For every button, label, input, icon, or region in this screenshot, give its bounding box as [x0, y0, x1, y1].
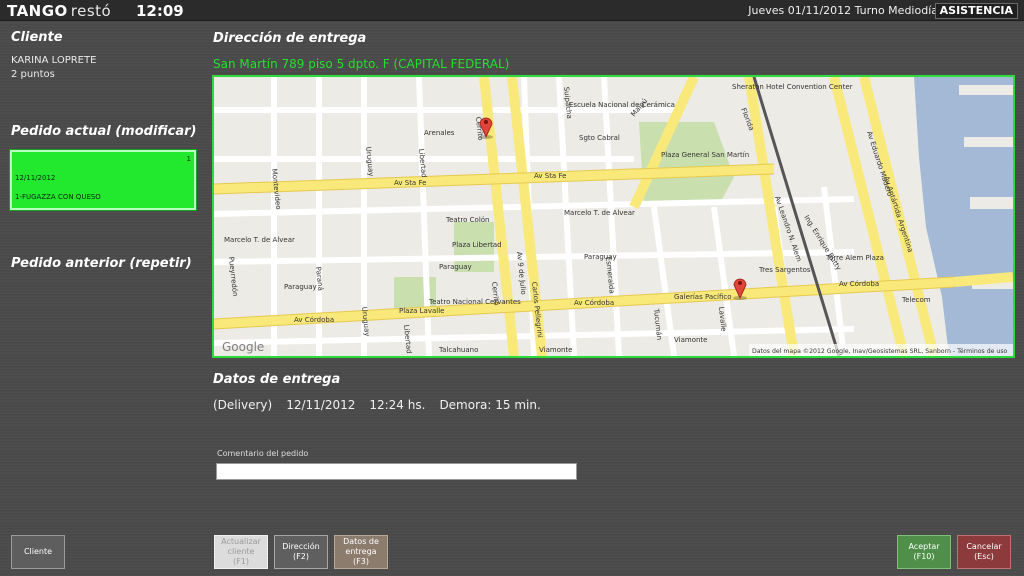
date-shift-label: Jueves 01/11/2012 Turno Mediodía — [748, 4, 938, 17]
app-logo: TANGO restó — [7, 2, 111, 20]
delivery-date: 12/11/2012 — [286, 398, 356, 412]
map-label-plaza-san-martin: Plaza General San Martín — [661, 151, 749, 159]
update-client-shortcut: (F1) — [233, 557, 249, 566]
client-button-label: Cliente — [23, 547, 53, 556]
client-button[interactable]: Cliente — [11, 535, 65, 569]
map-label-av-cordoba: Av Córdoba — [294, 316, 334, 324]
delivery-address-heading: Dirección de entrega — [213, 31, 367, 46]
delivery-time: 12:24 hs. — [369, 398, 426, 412]
direction-label: Dirección — [282, 542, 320, 551]
map-label-marcelo-alvear: Marcelo T. de Alvear — [224, 236, 295, 244]
accept-label: Aceptar — [908, 542, 940, 551]
map-label-av-sta-fe: Av Sta Fe — [394, 179, 426, 187]
delivery-data-label-line1: Datos de — [343, 537, 379, 546]
order-date: 12/11/2012 — [15, 174, 56, 182]
current-order-heading: Pedido actual (modificar) — [11, 124, 197, 139]
delivery-data-label-line2: entrega — [345, 547, 377, 556]
accept-button[interactable]: Aceptar (F10) — [897, 535, 951, 569]
brand-light: restó — [70, 2, 112, 20]
map-view[interactable]: Av Sta Fe Av Sta Fe Av Córdoba Av Córdob… — [212, 75, 1015, 358]
map-label-tres-sargentos: Tres Sargentos — [758, 266, 811, 274]
map-label-paraguay: Paraguay — [284, 283, 317, 291]
comment-input[interactable] — [216, 463, 577, 480]
update-client-button[interactable]: Actualizar cliente (F1) — [214, 535, 268, 569]
map-label-arenales: Arenales — [424, 129, 455, 137]
top-bar: TANGO restó 12:09 Jueves 01/11/2012 Turno… — [0, 0, 1024, 21]
update-client-label-line2: cliente — [227, 547, 255, 556]
map-label-viamonte: Viamonte — [674, 336, 707, 344]
map-label-paraguay: Paraguay — [439, 263, 472, 271]
current-order-card[interactable]: 1 12/11/2012 1-FUGAZZA CON QUESO — [9, 149, 197, 211]
cancel-label: Cancelar — [966, 542, 1002, 551]
cancel-button[interactable]: Cancelar (Esc) — [957, 535, 1011, 569]
map-attribution: Datos del mapa ©2012 Google, Inav/Geosis… — [752, 347, 1008, 355]
map-canvas[interactable]: Av Sta Fe Av Sta Fe Av Córdoba Av Córdob… — [214, 77, 1013, 356]
google-logo: Google — [222, 340, 264, 354]
map-label-talcahuano: Talcahuano — [438, 346, 478, 354]
map-label-marcelo-alvear: Marcelo T. de Alvear — [564, 209, 635, 217]
delivery-delay: Demora: 15 min. — [439, 398, 541, 412]
assistance-button[interactable]: ASISTENCIA — [934, 3, 1018, 19]
map-label-av-sta-fe: Av Sta Fe — [534, 172, 566, 180]
map-label-telecom: Telecom — [901, 296, 931, 304]
update-client-label-line1: Actualizar — [221, 537, 261, 546]
comment-label: Comentario del pedido — [217, 449, 309, 458]
brand-main: TANGO — [7, 2, 68, 20]
client-points: 2 puntos — [11, 69, 55, 80]
map-label-av-cordoba: Av Córdoba — [839, 280, 879, 288]
map-label-plaza-lavalle: Plaza Lavalle — [399, 307, 444, 315]
delivery-details: (Delivery) 12/11/2012 12:24 hs. Demora: 15 … — [213, 398, 555, 412]
map-label-escuela-ceramica: Escuela Nacional de Cerámica — [569, 101, 675, 109]
map-label-plaza-libertad: Plaza Libertad — [452, 241, 502, 249]
order-quantity: 1 — [186, 155, 191, 163]
clock: 12:09 — [136, 2, 184, 20]
map-label-galerias-pacifico: Galerías Pacífico — [674, 293, 731, 301]
accept-shortcut: (F10) — [913, 552, 935, 561]
client-heading: Cliente — [11, 30, 63, 45]
map-label-viamonte: Viamonte — [539, 346, 572, 354]
map-label-av-cordoba: Av Córdoba — [574, 299, 614, 307]
map-label-teatro-cervantes: Teatro Nacional Cervantes — [428, 298, 521, 306]
map-label-teatro-colon: Teatro Colón — [445, 216, 490, 224]
order-item: 1-FUGAZZA CON QUESO — [15, 193, 101, 201]
delivery-data-heading: Datos de entrega — [213, 372, 341, 387]
previous-order-heading: Pedido anterior (repetir) — [11, 256, 192, 271]
client-name: KARINA LOPRETE — [11, 55, 97, 66]
direction-shortcut: (F2) — [293, 552, 309, 561]
map-label-sgto-cabral: Sgto Cabral — [579, 134, 620, 142]
delivery-data-button[interactable]: Datos de entrega (F3) — [334, 535, 388, 569]
delivery-type: (Delivery) — [213, 398, 273, 412]
map-label-sheraton: Sheraton Hotel Convention Center — [732, 83, 853, 91]
cancel-shortcut: (Esc) — [974, 552, 994, 561]
delivery-data-shortcut: (F3) — [353, 557, 369, 566]
delivery-address: San Martín 789 piso 5 dpto. F (CAPITAL F… — [213, 57, 510, 71]
direction-button[interactable]: Dirección (F2) — [274, 535, 328, 569]
